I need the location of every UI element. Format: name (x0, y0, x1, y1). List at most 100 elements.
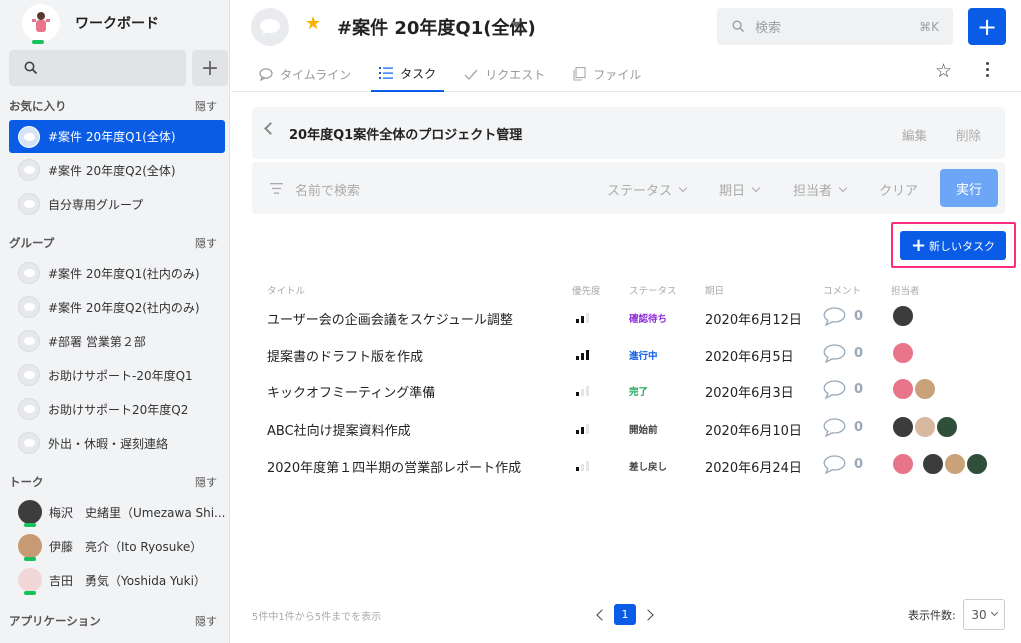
status-badge[interactable]: 確認待ち (629, 311, 667, 325)
delete-button[interactable]: 削除 (956, 125, 981, 144)
group-icon (18, 398, 40, 420)
comment-count[interactable]: 0 (823, 418, 863, 437)
favorite-star-icon[interactable]: ★ (305, 13, 321, 34)
column-header-due[interactable]: 期日 (705, 283, 724, 297)
tab-requests[interactable]: リクエスト (456, 56, 553, 92)
task-title[interactable]: キックオフミーティング準備 (267, 382, 435, 401)
task-title[interactable]: 2020年度第１四半期の営業部レポート作成 (267, 457, 521, 476)
sidebar-add-button[interactable]: + (192, 50, 228, 86)
due-date: 2020年6月24日 (705, 461, 802, 476)
run-button[interactable]: 実行 (940, 169, 998, 207)
task-title[interactable]: ユーザー会の企画会議をスケジュール調整 (267, 309, 513, 328)
tab-tasks[interactable]: タスク (371, 56, 445, 92)
page-button-current[interactable]: 1 (614, 604, 636, 625)
channel-title[interactable]: #案件 20年度Q1(全体) (337, 14, 536, 40)
sidebar-item-label: お助けサポート-20年度Q1 (48, 368, 193, 383)
per-page-select[interactable]: 30 (963, 599, 1005, 630)
tab-files[interactable]: ファイル (565, 56, 649, 92)
create-button[interactable]: + (968, 8, 1006, 45)
table-row[interactable]: 提案書のドラフト版を作成 進行中 2020年6月5日 0 (252, 336, 1005, 373)
comment-count-value: 0 (854, 309, 864, 324)
column-header-priority[interactable]: 優先度 (572, 283, 601, 297)
prev-page-icon[interactable] (596, 608, 608, 621)
clear-button[interactable]: クリア (879, 180, 918, 199)
table-row[interactable]: キックオフミーティング準備 完了 2020年6月3日 0 (252, 372, 1005, 409)
avatar (18, 568, 42, 595)
task-title[interactable]: ABC社向け提案資料作成 (267, 420, 411, 439)
favorites-hide-button[interactable]: 隠す (195, 98, 217, 114)
online-indicator (24, 523, 36, 527)
assignee-avatar[interactable] (892, 416, 914, 438)
comment-count[interactable]: 0 (823, 380, 863, 399)
global-search-input[interactable]: 検索 ⌘K (717, 8, 953, 45)
assignee-avatar[interactable] (892, 342, 914, 364)
status-badge[interactable]: 完了 (629, 384, 648, 398)
date-filter-label: 期日 (719, 184, 746, 199)
assignee-avatar[interactable] (944, 453, 966, 475)
column-header-status[interactable]: ステータス (629, 283, 677, 297)
comment-icon (823, 455, 846, 474)
table-row[interactable]: ABC社向け提案資料作成 開始前 2020年6月10日 0 (252, 410, 1005, 447)
groups-hide-button[interactable]: 隠す (195, 235, 217, 251)
chevron-down-icon (678, 183, 688, 192)
sidebar-item-favorite[interactable]: #案件 20年度Q2(全体) (0, 153, 229, 187)
assignee-avatar[interactable] (914, 378, 936, 400)
assignee-avatar[interactable] (892, 305, 914, 327)
search-icon (732, 20, 745, 33)
favorites-section-header: お気に入り 隠す (0, 96, 229, 116)
assignee-avatar[interactable] (966, 453, 988, 475)
workspace-header[interactable]: ワークボード (0, 0, 229, 46)
star-outline-icon[interactable]: ☆ (935, 60, 952, 82)
sidebar-item-talk[interactable]: 吉田 勇気（Yoshida Yuki） (0, 563, 229, 597)
group-icon (18, 296, 40, 318)
assignee-avatar[interactable] (936, 416, 958, 438)
back-chevron-icon[interactable] (264, 122, 277, 135)
sidebar-item-label: #案件 20年度Q1(全体) (48, 130, 176, 144)
sidebar-item-group[interactable]: お助けサポート20年度Q2 (0, 392, 229, 426)
date-filter-dropdown[interactable]: 期日 (719, 180, 761, 199)
sidebar-item-favorite[interactable]: 自分専用グループ (0, 187, 229, 221)
status-badge[interactable]: 進行中 (629, 348, 658, 362)
sidebar-item-favorite[interactable]: #案件 20年度Q1(全体) (9, 120, 225, 153)
new-task-button[interactable]: + 新しいタスク (900, 231, 1006, 260)
comment-count[interactable]: 0 (823, 455, 863, 474)
sidebar-item-group[interactable]: お助けサポート-20年度Q1 (0, 358, 229, 392)
comment-count[interactable]: 0 (823, 307, 863, 326)
assignee-avatar[interactable] (914, 416, 936, 438)
assignee-avatar[interactable] (892, 378, 914, 400)
search-shortcut: ⌘K (919, 19, 939, 34)
new-task-highlight: + 新しいタスク (891, 222, 1016, 268)
assignee-avatar[interactable] (922, 453, 944, 475)
table-row[interactable]: ユーザー会の企画会議をスケジュール調整 確認待ち 2020年6月12日 0 (252, 299, 1005, 336)
next-page-icon[interactable] (642, 608, 654, 621)
sidebar-item-talk[interactable]: 梅沢 史緒里（Umezawa Shi... (0, 495, 229, 529)
chevron-down-icon[interactable] (511, 22, 521, 28)
assignee-avatar[interactable] (892, 453, 914, 475)
name-search-input[interactable]: 名前で検索 (295, 180, 360, 199)
table-row[interactable]: 2020年度第１四半期の営業部レポート作成 差し戻し 2020年6月24日 0 (252, 447, 1005, 484)
sidebar-item-group[interactable]: 外出・休暇・遅刻連絡 (0, 426, 229, 460)
tab-timeline[interactable]: タイムライン (251, 56, 359, 92)
apps-hide-button[interactable]: 隠す (195, 613, 217, 629)
edit-button[interactable]: 編集 (902, 125, 927, 144)
status-filter-dropdown[interactable]: ステータス (607, 180, 688, 199)
sidebar-item-group[interactable]: #部署 営業第２部 (0, 324, 229, 358)
tab-label: ファイル (593, 67, 642, 82)
task-title[interactable]: 提案書のドラフト版を作成 (267, 346, 423, 365)
sidebar-item-group[interactable]: #案件 20年度Q1(社内のみ) (0, 256, 229, 290)
sidebar-item-group[interactable]: #案件 20年度Q2(社内のみ) (0, 290, 229, 324)
status-badge[interactable]: 開始前 (629, 422, 658, 436)
group-icon (18, 159, 40, 181)
tab-label: タスク (400, 66, 437, 81)
comment-count[interactable]: 0 (823, 344, 863, 363)
talks-hide-button[interactable]: 隠す (195, 474, 217, 490)
sidebar-item-talk[interactable]: 伊藤 亮介（Ito Ryosuke） (0, 529, 229, 563)
sidebar-search-input[interactable] (9, 50, 186, 86)
column-header-title[interactable]: タイトル (267, 283, 305, 297)
more-vertical-icon[interactable] (984, 60, 991, 79)
new-task-label: 新しいタスク (929, 239, 996, 253)
assignee-filter-dropdown[interactable]: 担当者 (793, 180, 848, 199)
status-badge[interactable]: 差し戻し (629, 459, 667, 473)
comment-icon (823, 344, 846, 363)
online-indicator (32, 40, 44, 44)
